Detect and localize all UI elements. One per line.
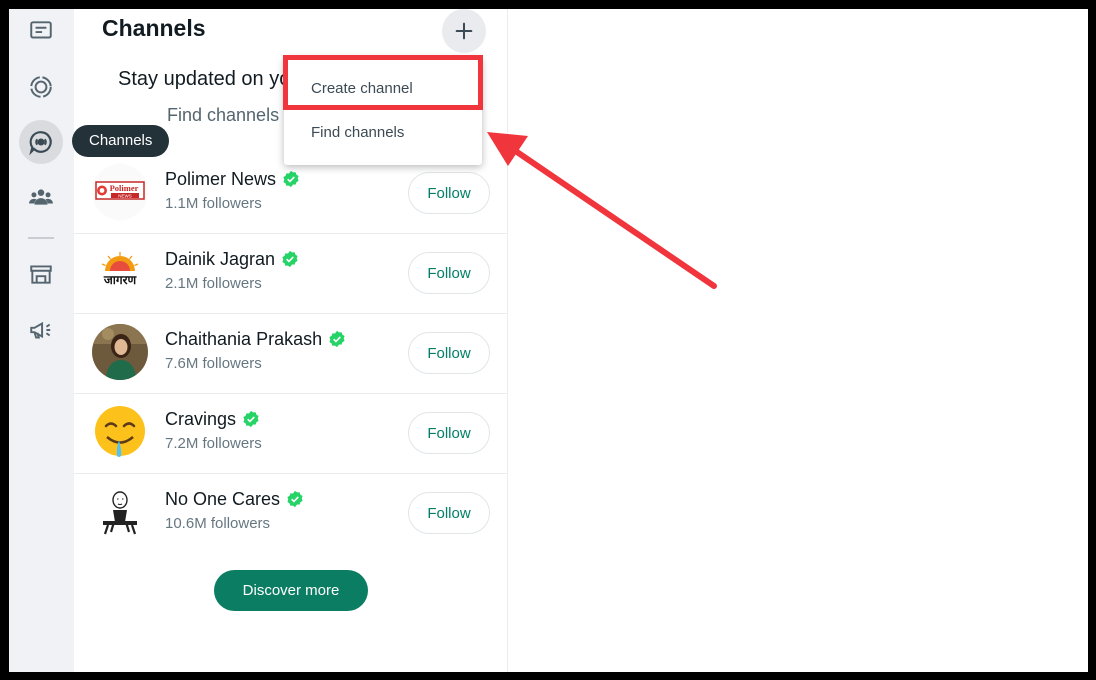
app-window: Channels Stay updated on your favorite t…	[9, 9, 1088, 672]
annotation-arrow-icon	[487, 132, 717, 289]
